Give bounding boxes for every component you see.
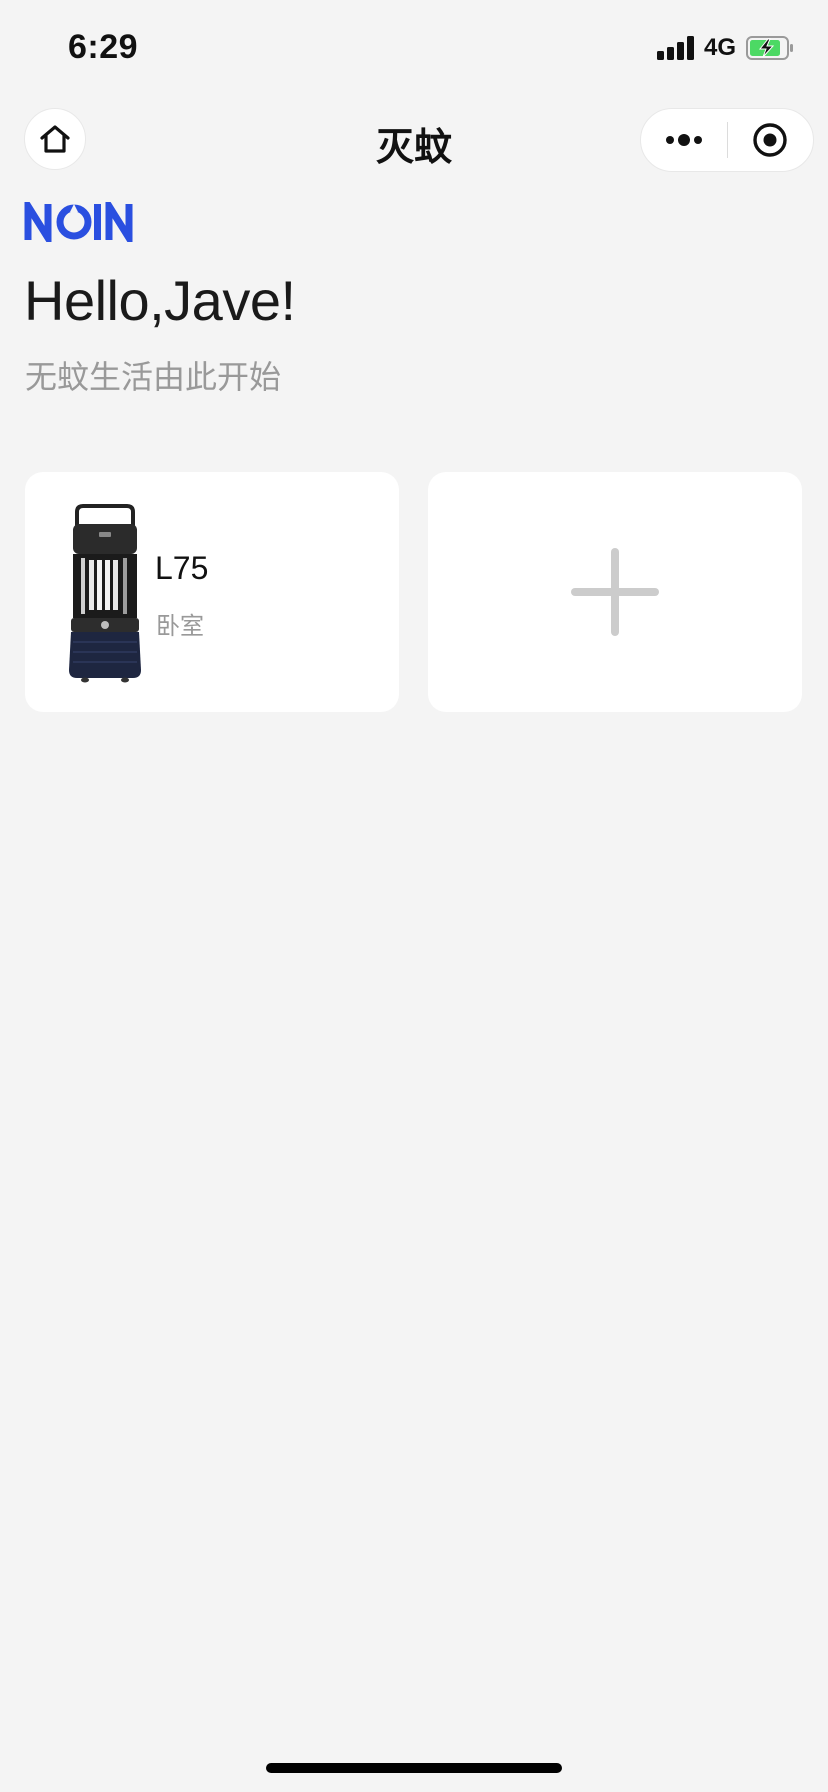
add-device-button[interactable] [428, 472, 802, 712]
status-indicators: 4G [656, 34, 794, 62]
brand-logo [24, 202, 133, 242]
battery-charging-icon [746, 36, 793, 60]
more-dots-icon [665, 134, 702, 146]
signal-icon [656, 36, 694, 60]
target-close-icon [753, 123, 787, 157]
status-time: 6:29 [68, 28, 139, 66]
greeting-headline: Hello,Jave! [24, 269, 296, 332]
greeting-subtitle: 无蚊生活由此开始 [25, 359, 282, 395]
mosquito-lamp-image [69, 504, 141, 683]
home-button[interactable] [24, 108, 86, 170]
status-bar: 6:29 4G [0, 0, 828, 100]
device-card[interactable]: L75 卧室 [25, 472, 399, 712]
menu-capsule [640, 108, 814, 172]
plus-icon [571, 548, 659, 636]
device-model: L75 [155, 550, 209, 586]
network-type: 4G [703, 34, 736, 61]
home-indicator[interactable] [266, 1763, 562, 1773]
close-miniprogram-button[interactable] [728, 109, 814, 171]
more-button[interactable] [641, 109, 727, 171]
home-icon [40, 125, 70, 153]
device-room: 卧室 [156, 613, 204, 640]
